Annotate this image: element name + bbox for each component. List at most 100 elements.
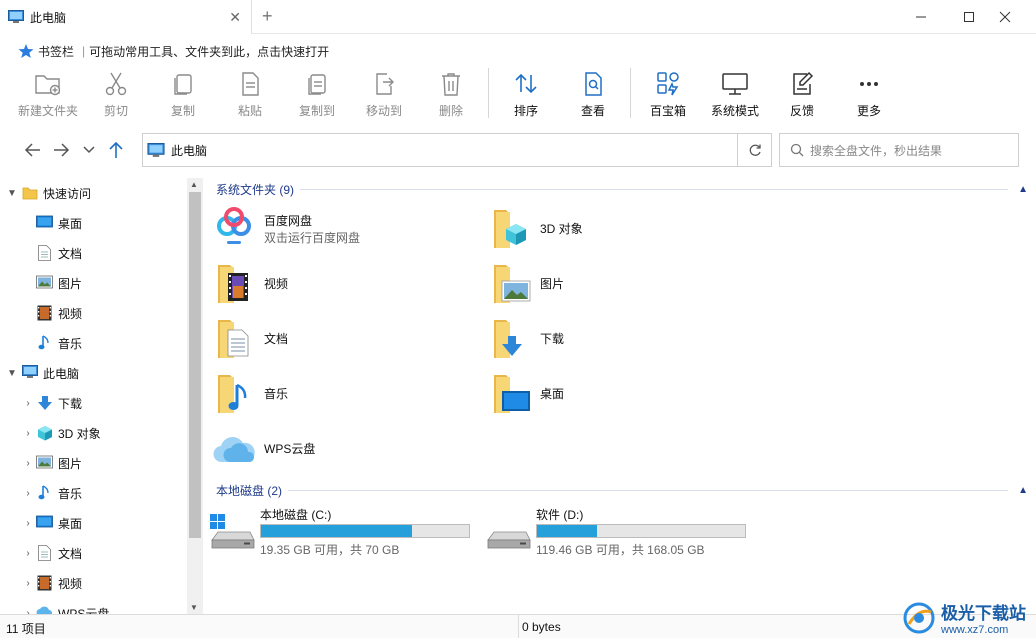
delete-button[interactable]: 删除 xyxy=(416,66,486,124)
copy-to-button[interactable]: 复制到 xyxy=(282,66,352,124)
drive-icon xyxy=(487,531,531,549)
sidebar-item-label: 桌面 xyxy=(58,516,83,531)
trash-icon xyxy=(442,73,460,96)
bookmark-label[interactable]: 书签栏 xyxy=(38,43,74,60)
arrow-left-icon xyxy=(24,143,40,157)
expand-arrow-icon[interactable]: ▼ xyxy=(6,188,18,199)
expand-arrow-icon[interactable]: ▼ xyxy=(6,368,18,379)
desktop-icon xyxy=(36,515,53,528)
sidebar-item-label: 图片 xyxy=(58,276,83,291)
drive-usage-bar xyxy=(260,524,470,538)
up-button[interactable] xyxy=(104,138,128,162)
chevron-down-icon xyxy=(83,146,95,154)
new-folder-button[interactable]: 新建文件夹 xyxy=(13,66,83,124)
refresh-icon xyxy=(749,144,761,156)
scissors-icon xyxy=(105,72,127,96)
view-button[interactable]: 查看 xyxy=(558,66,628,124)
sidebar-item-3d-objects[interactable]: › 3D 对象 xyxy=(0,418,186,448)
search-input[interactable]: 搜索全盘文件，秒出结果 xyxy=(779,133,1019,167)
tool-label: 复制 xyxy=(170,104,195,118)
feedback-button[interactable]: 反馈 xyxy=(767,66,837,124)
more-icon xyxy=(860,82,878,86)
refresh-button[interactable] xyxy=(737,134,771,166)
address-bar[interactable]: 此电脑 xyxy=(142,133,772,167)
maximize-icon xyxy=(964,12,974,22)
file-item-documents[interactable]: 文档 xyxy=(208,312,468,364)
expand-arrow-icon[interactable]: › xyxy=(22,458,34,469)
tool-label: 更多 xyxy=(856,104,881,118)
document-icon xyxy=(38,545,51,561)
move-to-button[interactable]: 移动到 xyxy=(349,66,419,124)
sidebar-item-label: 图片 xyxy=(58,456,83,471)
sidebar-item-documents[interactable]: 文档 xyxy=(0,238,186,268)
group-divider xyxy=(300,188,1009,190)
expand-arrow-icon[interactable]: › xyxy=(22,488,34,499)
sidebar-scrollbar[interactable]: ▲ ▼ xyxy=(187,178,203,614)
sidebar-item-this-pc[interactable]: ▼ 此电脑 xyxy=(0,358,186,388)
group-header-local-disks[interactable]: 本地磁盘 (2) ▲ xyxy=(216,480,1028,500)
sidebar-item-pictures-pc[interactable]: › 图片 xyxy=(0,448,186,478)
cut-button[interactable]: 剪切 xyxy=(81,66,151,124)
drive-usage-fill xyxy=(261,525,412,537)
tab-this-pc[interactable]: 此电脑 ✕ xyxy=(0,0,252,34)
plus-icon[interactable]: + xyxy=(262,6,273,27)
back-button[interactable] xyxy=(21,138,45,162)
folder-picture-icon xyxy=(494,265,531,303)
more-button[interactable]: 更多 xyxy=(834,66,904,124)
expand-arrow-icon[interactable]: › xyxy=(22,518,34,529)
music-icon xyxy=(38,485,49,500)
sidebar-item-music[interactable]: 音乐 xyxy=(0,328,186,358)
file-item-baidu-netdisk[interactable]: 百度网盘 双击运行百度网盘 xyxy=(208,202,468,254)
sidebar-item-documents-pc[interactable]: › 文档 xyxy=(0,538,186,568)
close-tab-icon[interactable]: ✕ xyxy=(229,9,241,26)
system-mode-button[interactable]: 系统模式 xyxy=(700,66,770,124)
file-name: 桌面 xyxy=(540,387,565,401)
desktop-icon xyxy=(36,215,53,228)
expand-arrow-icon[interactable]: › xyxy=(22,578,34,589)
sidebar-item-videos[interactable]: 视频 xyxy=(0,298,186,328)
group-header-system-folders[interactable]: 系统文件夹 (9) ▲ xyxy=(216,179,1028,199)
forward-button[interactable] xyxy=(49,138,73,162)
file-item-pictures[interactable]: 图片 xyxy=(484,257,744,309)
sidebar-item-desktop-pc[interactable]: › 桌面 xyxy=(0,508,186,538)
file-item-3d-objects[interactable]: 3D 对象 xyxy=(484,202,744,254)
scroll-down-icon[interactable]: ▼ xyxy=(190,603,198,612)
computer-icon xyxy=(8,10,24,23)
sidebar-item-wps-cloud[interactable]: › WPS云盘 xyxy=(0,598,186,614)
download-icon xyxy=(38,396,52,410)
tab-title: 此电脑 xyxy=(30,10,67,25)
file-item-videos[interactable]: 视频 xyxy=(208,257,468,309)
sidebar-item-music-pc[interactable]: › 音乐 xyxy=(0,478,186,508)
search-placeholder: 搜索全盘文件，秒出结果 xyxy=(810,143,943,158)
scroll-up-icon[interactable]: ▲ xyxy=(190,180,198,189)
copy-button[interactable]: 复制 xyxy=(148,66,218,124)
minimize-button[interactable] xyxy=(898,0,944,34)
expand-arrow-icon[interactable]: › xyxy=(22,398,34,409)
history-dropdown-button[interactable] xyxy=(77,138,101,162)
file-item-downloads[interactable]: 下载 xyxy=(484,312,744,364)
drive-item-c[interactable]: 本地磁盘 (C:) 19.35 GB 可用，共 70 GB xyxy=(208,504,478,557)
sidebar-item-quick-access[interactable]: ▼ 快速访问 xyxy=(0,178,186,208)
close-window-button[interactable] xyxy=(982,0,1028,34)
sidebar-item-label: 下载 xyxy=(58,396,83,411)
file-item-desktop[interactable]: 桌面 xyxy=(484,367,744,419)
file-item-music[interactable]: 音乐 xyxy=(208,367,468,419)
search-icon xyxy=(790,143,804,157)
file-item-wps-cloud[interactable]: WPS云盘 xyxy=(208,422,468,474)
collapse-icon[interactable]: ▲ xyxy=(1018,485,1028,496)
sort-button[interactable]: 排序 xyxy=(491,66,561,124)
monitor-icon xyxy=(722,73,748,95)
bookmark-bar: 书签栏 | 可拖动常用工具、文件夹到此，点击快速打开 xyxy=(0,38,1036,64)
sidebar-item-pictures[interactable]: 图片 xyxy=(0,268,186,298)
toolbox-button[interactable]: 百宝箱 xyxy=(633,66,703,124)
scrollbar-thumb[interactable] xyxy=(189,192,201,538)
expand-arrow-icon[interactable]: › xyxy=(22,428,34,439)
expand-arrow-icon[interactable]: › xyxy=(22,548,34,559)
sidebar-item-downloads[interactable]: › 下载 xyxy=(0,388,186,418)
sidebar-item-videos-pc[interactable]: › 视频 xyxy=(0,568,186,598)
paste-button[interactable]: 粘贴 xyxy=(215,66,285,124)
tool-label: 查看 xyxy=(580,104,605,118)
drive-item-d[interactable]: 软件 (D:) 119.46 GB 可用，共 168.05 GB xyxy=(484,504,754,557)
collapse-icon[interactable]: ▲ xyxy=(1018,184,1028,195)
sidebar-item-desktop[interactable]: 桌面 xyxy=(0,208,186,238)
